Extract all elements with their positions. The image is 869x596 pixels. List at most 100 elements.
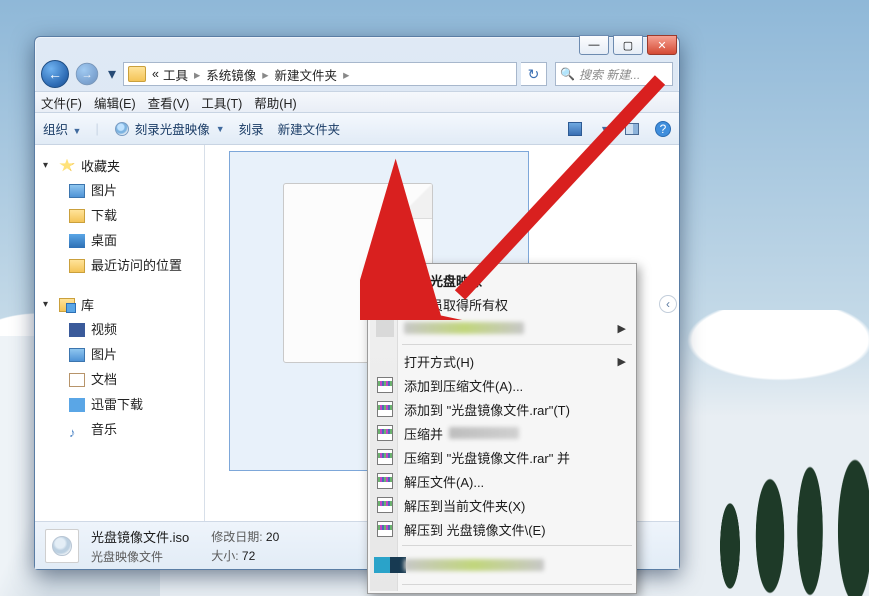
chevron-down-icon: ▼: [216, 124, 225, 134]
collapse-icon: ▾: [43, 299, 53, 310]
back-button[interactable]: ←: [41, 60, 69, 88]
ctx-extract[interactable]: 解压文件(A)...: [370, 469, 634, 493]
menu-help[interactable]: 帮助(H): [254, 93, 296, 112]
pane-icon: [625, 123, 639, 135]
details-mod-value: 20: [266, 530, 279, 544]
ctx-compress-and[interactable]: 压缩并: [370, 421, 634, 445]
ctx-compress-to-rar[interactable]: 压缩到 "光盘镜像文件.rar" 并: [370, 445, 634, 469]
nav-history-dropdown[interactable]: ▾: [105, 63, 119, 85]
star-icon: [59, 159, 75, 173]
maximize-button[interactable]: ▢: [613, 35, 643, 55]
separator: [402, 584, 632, 585]
help-button[interactable]: ?: [655, 121, 671, 137]
menu-edit[interactable]: 编辑(E): [94, 93, 136, 112]
arrow-right-icon: →: [81, 68, 92, 81]
nav-desktop[interactable]: 桌面: [39, 228, 200, 253]
ctx-add-to-rar[interactable]: 添加到 "光盘镜像文件.rar"(T): [370, 397, 634, 421]
chevron-down-icon[interactable]: ▼: [600, 124, 609, 134]
ctx-extract-to[interactable]: 解压到 光盘镜像文件\(E): [370, 517, 634, 541]
nav-documents[interactable]: 文档: [39, 367, 200, 392]
chevron-right-icon: ▶: [618, 355, 626, 368]
burn-image-button[interactable]: 刻录光盘映像 ▼: [113, 119, 225, 138]
crumb-1[interactable]: 工具: [163, 65, 188, 84]
nav-videos[interactable]: 视频: [39, 317, 200, 342]
rar-icon: [377, 449, 393, 465]
pictures-icon: [69, 184, 85, 198]
menubar: 文件(F) 编辑(E) 查看(V) 工具(T) 帮助(H): [35, 91, 679, 113]
search-placeholder: 搜索 新建...: [579, 66, 640, 83]
redacted-label: [449, 427, 519, 439]
video-icon: [69, 323, 85, 337]
organize-button[interactable]: 组织 ▼: [43, 119, 81, 138]
chevron-left-icon: ‹: [666, 297, 670, 311]
nav-row: ← → ▾ « 工具 ▸ 系统镜像 ▸ 新建文件夹 ▸ ↻ 🔍 搜索 新建...: [35, 57, 679, 91]
nav-favorites-header[interactable]: ▾ 收藏夹: [39, 153, 200, 178]
minimize-button[interactable]: —: [579, 35, 609, 55]
color-swatches-icon: [374, 556, 406, 574]
music-icon: ♪: [69, 423, 85, 437]
nav-pane: ▾ 收藏夹 图片 下载 桌面 最近访问的位置: [35, 145, 205, 521]
refresh-button[interactable]: ↻: [521, 62, 547, 86]
nav-music[interactable]: ♪ 音乐: [39, 417, 200, 442]
ctx-add-archive[interactable]: 添加到压缩文件(A)...: [370, 373, 634, 397]
expand-preview-button[interactable]: ‹: [659, 295, 677, 313]
menu-tools[interactable]: 工具(T): [201, 93, 242, 112]
nav-thunder[interactable]: 迅雷下载: [39, 392, 200, 417]
desktop-icon: [69, 234, 85, 248]
folder-icon: [128, 66, 146, 82]
preview-pane-button[interactable]: [623, 120, 641, 138]
redacted-label: [404, 559, 544, 571]
search-icon: 🔍: [560, 67, 575, 81]
rar-icon: [377, 377, 393, 393]
chevron-right-icon[interactable]: ▸: [256, 67, 274, 82]
rar-icon: [377, 521, 393, 537]
ctx-burn-image[interactable]: 刻录光盘映像: [370, 268, 634, 292]
forward-button[interactable]: →: [76, 63, 98, 85]
crumb-3[interactable]: 新建文件夹: [275, 65, 338, 84]
details-size-label: 大小:: [211, 549, 238, 563]
view-mode-button[interactable]: [566, 120, 584, 138]
refresh-icon: ↻: [528, 66, 540, 83]
details-mod-label: 修改日期:: [211, 530, 262, 544]
desktop-bg-trees: [700, 396, 869, 596]
library-icon: [59, 298, 75, 312]
nav-pictures-lib[interactable]: 图片: [39, 342, 200, 367]
view-icon: [568, 122, 582, 136]
nav-recent[interactable]: 最近访问的位置: [39, 253, 200, 278]
rar-icon: [377, 497, 393, 513]
chevron-right-icon: ▶: [618, 322, 626, 335]
details-thumbnail: [45, 529, 79, 563]
close-button[interactable]: ✕: [647, 35, 677, 55]
details-filetype: 光盘映像文件: [91, 548, 189, 565]
collapse-icon: ▾: [43, 160, 53, 171]
nav-pictures[interactable]: 图片: [39, 178, 200, 203]
ctx-redacted-1[interactable]: ▶: [370, 316, 634, 340]
context-menu: 刻录光盘映像 管理员取得所有权 ▶ 打开方式(H) ▶ 添加到压缩文件(A)..…: [367, 263, 637, 594]
new-folder-button[interactable]: 新建文件夹: [278, 119, 341, 138]
menu-view[interactable]: 查看(V): [148, 93, 190, 112]
thunder-icon: [69, 398, 85, 412]
rar-icon: [377, 473, 393, 489]
separator: [402, 344, 632, 345]
nav-downloads[interactable]: 下载: [39, 203, 200, 228]
app-icon: [376, 319, 394, 337]
ctx-admin-own[interactable]: 管理员取得所有权: [370, 292, 634, 316]
crumb-2[interactable]: 系统镜像: [206, 65, 256, 84]
details-size-value: 72: [242, 549, 255, 563]
ctx-open-with[interactable]: 打开方式(H) ▶: [370, 349, 634, 373]
separator: [402, 545, 632, 546]
titlebar[interactable]: — ▢ ✕: [35, 37, 679, 57]
crumb-prefix: «: [152, 67, 159, 81]
breadcrumb[interactable]: « 工具 ▸ 系统镜像 ▸ 新建文件夹 ▸: [123, 62, 517, 86]
recent-icon: [69, 259, 85, 273]
ctx-redacted-2[interactable]: [370, 550, 634, 580]
menu-file[interactable]: 文件(F): [41, 93, 82, 112]
search-input[interactable]: 🔍 搜索 新建...: [555, 62, 673, 86]
chevron-right-icon[interactable]: ▸: [188, 67, 206, 82]
nav-libraries-header[interactable]: ▾ 库: [39, 292, 200, 317]
ctx-extract-here[interactable]: 解压到当前文件夹(X): [370, 493, 634, 517]
burn-button[interactable]: 刻录: [239, 119, 264, 138]
downloads-icon: [69, 209, 85, 223]
disc-icon: [115, 122, 129, 136]
chevron-right-icon[interactable]: ▸: [337, 67, 355, 82]
